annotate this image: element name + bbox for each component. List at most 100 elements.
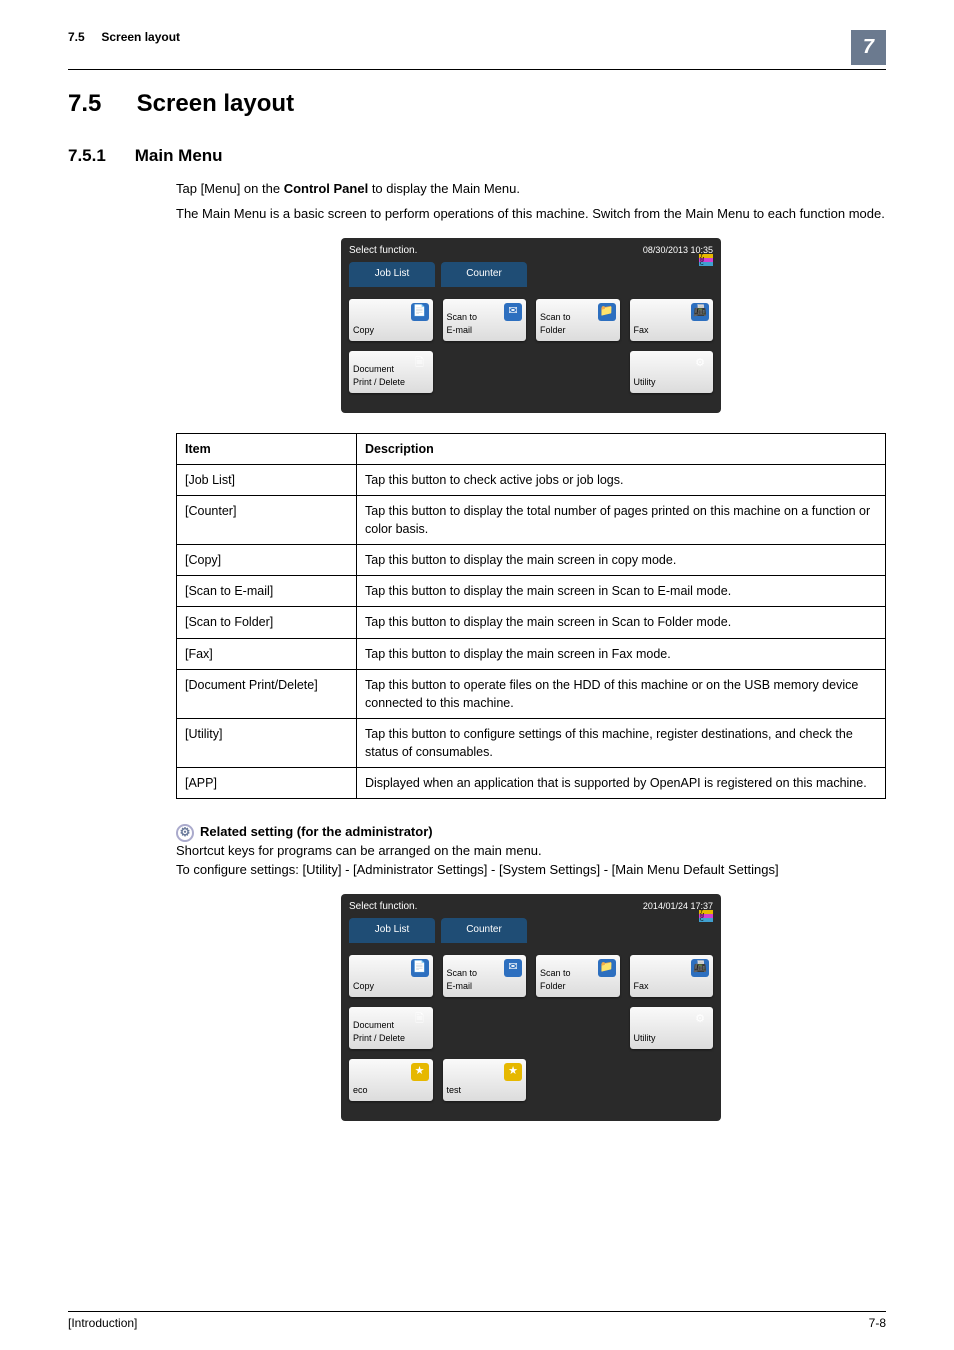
cell-desc: Tap this button to check active jobs or … bbox=[357, 464, 886, 495]
related-setting-heading: ⚙ Related setting (for the administrator… bbox=[176, 823, 886, 842]
gear-icon: ⚙ bbox=[691, 1011, 709, 1029]
mail-icon: ✉ bbox=[504, 959, 522, 977]
divider bbox=[68, 69, 886, 70]
fax-icon: 📠 bbox=[691, 303, 709, 321]
tab-job-list[interactable]: Job List bbox=[349, 918, 435, 943]
table-row: [Counter]Tap this button to display the … bbox=[177, 495, 886, 544]
copy-icon: 📄 bbox=[411, 959, 429, 977]
cell-item: [Document Print/Delete] bbox=[177, 669, 357, 718]
intro-p1: Tap [Menu] on the Control Panel to displ… bbox=[176, 180, 886, 199]
cell-item: [APP] bbox=[177, 768, 357, 799]
tile-utility-label: Utility bbox=[634, 1032, 656, 1045]
table-row: [Utility]Tap this button to configure se… bbox=[177, 718, 886, 767]
tile-eco[interactable]: ★ eco bbox=[349, 1059, 433, 1101]
toner-indicator-icon: YMC bbox=[699, 910, 713, 924]
tile-test-label: test bbox=[447, 1084, 462, 1097]
star-icon: ★ bbox=[504, 1063, 522, 1081]
footer-right: 7-8 bbox=[869, 1316, 886, 1330]
cell-desc: Tap this button to display the main scre… bbox=[357, 576, 886, 607]
mail-icon: ✉ bbox=[504, 303, 522, 321]
intro-p1a: Tap [Menu] on the bbox=[176, 181, 284, 196]
tile-doc-print-delete[interactable]: 🗎Document Print / Delete bbox=[349, 1007, 433, 1049]
cell-desc: Tap this button to display the total num… bbox=[357, 495, 886, 544]
table-row: [Fax]Tap this button to display the main… bbox=[177, 638, 886, 669]
tile-scan-email[interactable]: ✉ Scan to E-mail bbox=[443, 955, 527, 997]
related-p1: Shortcut keys for programs can be arrang… bbox=[176, 842, 886, 861]
intro-p1c: to display the Main Menu. bbox=[368, 181, 520, 196]
folder-icon: 📁 bbox=[598, 303, 616, 321]
table-row: [Job List]Tap this button to check activ… bbox=[177, 464, 886, 495]
section-title: Screen layout bbox=[137, 90, 294, 117]
tab-job-list[interactable]: Job List bbox=[349, 262, 435, 287]
cell-desc: Displayed when an application that is su… bbox=[357, 768, 886, 799]
tile-utility-label: Utility bbox=[634, 376, 656, 389]
table-row: [Scan to E-mail]Tap this button to displ… bbox=[177, 576, 886, 607]
chapter-badge: 7 bbox=[851, 30, 886, 65]
related-heading-text: Related setting (for the administrator) bbox=[200, 823, 433, 842]
running-head-secno: 7.5 bbox=[68, 30, 85, 44]
tile-utility[interactable]: ⚙ Utility bbox=[630, 1007, 714, 1049]
tile-scan-email-label: Scan to E-mail bbox=[447, 311, 478, 337]
tab-counter[interactable]: Counter bbox=[441, 918, 527, 943]
ds1-prompt: Select function. bbox=[349, 244, 417, 259]
tile-fax-label: Fax bbox=[634, 980, 649, 993]
tile-copy-label: Copy bbox=[353, 980, 374, 993]
tile-fax[interactable]: 📠Fax bbox=[630, 299, 714, 341]
intro-p2: The Main Menu is a basic screen to perfo… bbox=[176, 205, 886, 224]
table-row: [Scan to Folder]Tap this button to displ… bbox=[177, 607, 886, 638]
cell-item: [Copy] bbox=[177, 545, 357, 576]
page-footer: [Introduction] 7-8 bbox=[68, 1311, 886, 1330]
th-item: Item bbox=[177, 433, 357, 464]
subsection-heading: 7.5.1 Main Menu bbox=[68, 146, 886, 166]
section-number: 7.5 bbox=[68, 90, 130, 118]
cell-item: [Counter] bbox=[177, 495, 357, 544]
main-menu-screenshot-1: Select function. 08/30/2013 10:35 YMC Jo… bbox=[341, 238, 721, 413]
table-row: [APP]Displayed when an application that … bbox=[177, 768, 886, 799]
tile-doc-print-delete[interactable]: 🗎Document Print / Delete bbox=[349, 351, 433, 393]
table-row: [Document Print/Delete]Tap this button t… bbox=[177, 669, 886, 718]
document-icon: 🗎 bbox=[411, 355, 429, 373]
cell-item: [Job List] bbox=[177, 464, 357, 495]
gear-icon: ⚙ bbox=[691, 355, 709, 373]
document-icon: 🗎 bbox=[411, 1011, 429, 1029]
running-head: 7.5 Screen layout 7 bbox=[68, 30, 886, 65]
cell-desc: Tap this button to display the main scre… bbox=[357, 607, 886, 638]
tile-copy-label: Copy bbox=[353, 324, 374, 337]
intro-p1b: Control Panel bbox=[284, 181, 369, 196]
fax-icon: 📠 bbox=[691, 959, 709, 977]
table-row: [Copy]Tap this button to display the mai… bbox=[177, 545, 886, 576]
tile-copy[interactable]: 📄 Copy bbox=[349, 299, 433, 341]
gear-icon: ⚙ bbox=[176, 824, 194, 842]
tile-utility[interactable]: ⚙ Utility bbox=[630, 351, 714, 393]
cell-desc: Tap this button to display the main scre… bbox=[357, 545, 886, 576]
tile-scan-folder[interactable]: 📁 Scan to Folder bbox=[536, 955, 620, 997]
tile-copy[interactable]: 📄 Copy bbox=[349, 955, 433, 997]
cell-desc: Tap this button to operate files on the … bbox=[357, 669, 886, 718]
running-head-title: Screen layout bbox=[101, 30, 180, 44]
cell-item: [Scan to E-mail] bbox=[177, 576, 357, 607]
tile-scan-folder-label: Scan to Folder bbox=[540, 311, 571, 337]
cell-desc: Tap this button to display the main scre… bbox=[357, 638, 886, 669]
tab-counter[interactable]: Counter bbox=[441, 262, 527, 287]
main-menu-screenshot-2: Select function. 2014/01/24 17:37 YMC Jo… bbox=[341, 894, 721, 1121]
body-text: Tap [Menu] on the Control Panel to displ… bbox=[176, 180, 886, 1121]
folder-icon: 📁 bbox=[598, 959, 616, 977]
tile-scan-folder-label: Scan to Folder bbox=[540, 967, 571, 993]
tile-scan-folder[interactable]: 📁 Scan to Folder bbox=[536, 299, 620, 341]
section-heading: 7.5 Screen layout bbox=[68, 90, 886, 118]
cell-item: [Utility] bbox=[177, 718, 357, 767]
cell-item: [Fax] bbox=[177, 638, 357, 669]
tile-fax[interactable]: 📠 Fax bbox=[630, 955, 714, 997]
th-desc: Description bbox=[357, 433, 886, 464]
tile-test[interactable]: ★ test bbox=[443, 1059, 527, 1101]
star-icon: ★ bbox=[411, 1063, 429, 1081]
tile-scan-email-label: Scan to E-mail bbox=[447, 967, 478, 993]
cell-item: [Scan to Folder] bbox=[177, 607, 357, 638]
toner-indicator-icon: YMC bbox=[699, 254, 713, 268]
item-description-table: Item Description [Job List]Tap this butt… bbox=[176, 433, 886, 800]
tile-scan-email[interactable]: ✉ Scan to E-mail bbox=[443, 299, 527, 341]
tile-eco-label: eco bbox=[353, 1084, 368, 1097]
related-p2: To configure settings: [Utility] - [Admi… bbox=[176, 861, 886, 880]
copy-icon: 📄 bbox=[411, 303, 429, 321]
footer-left: [Introduction] bbox=[68, 1316, 137, 1330]
